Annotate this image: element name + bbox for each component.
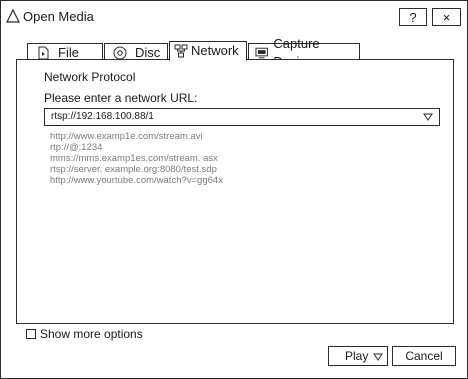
play-button-label: Play <box>345 349 369 363</box>
tab-label: Network <box>191 43 239 58</box>
play-button[interactable]: Play <box>328 346 388 366</box>
url-prompt-label: Please enter a network URL: <box>44 91 198 105</box>
network-url-value: rtsp://192.168.100.88/1 <box>51 111 154 122</box>
url-example: rtp://@:1234 <box>50 142 103 153</box>
disc-icon <box>113 46 127 60</box>
help-button[interactable]: ? <box>399 8 427 26</box>
network-url-input[interactable]: rtsp://192.168.100.88/1 <box>44 108 440 126</box>
title-bar: Open Media ? × <box>1 1 467 33</box>
chevron-down-icon[interactable] <box>373 352 383 362</box>
triangle-icon <box>6 9 20 23</box>
chevron-down-icon[interactable] <box>423 112 433 122</box>
network-icon <box>174 44 188 58</box>
tab-network[interactable]: Network <box>169 41 247 61</box>
url-example: http://www.yourtube.com/watch?v=gg64x <box>50 175 223 186</box>
cancel-button[interactable]: Cancel <box>392 346 456 366</box>
window-title: Open Media <box>23 9 94 24</box>
url-example: rtsp://server. example.org:8080/test.sdp <box>50 164 217 175</box>
url-examples-list: http://www.examp1e.com/stream.avi rtp://… <box>50 131 223 186</box>
url-example: http://www.examp1e.com/stream.avi <box>50 131 203 142</box>
show-more-options-checkbox[interactable] <box>26 329 36 339</box>
file-icon <box>38 46 49 60</box>
capture-device-icon <box>255 47 268 59</box>
close-button[interactable]: × <box>432 8 461 26</box>
open-media-dialog: Open Media ? × File Disc Network Capture… <box>0 0 468 379</box>
network-protocol-heading: Network Protocol <box>44 70 136 84</box>
show-more-options-toggle[interactable]: Show more options <box>26 327 143 341</box>
url-example: mms://mms.examp1es.com/stream. asx <box>50 153 218 164</box>
show-more-options-label: Show more options <box>40 327 143 341</box>
